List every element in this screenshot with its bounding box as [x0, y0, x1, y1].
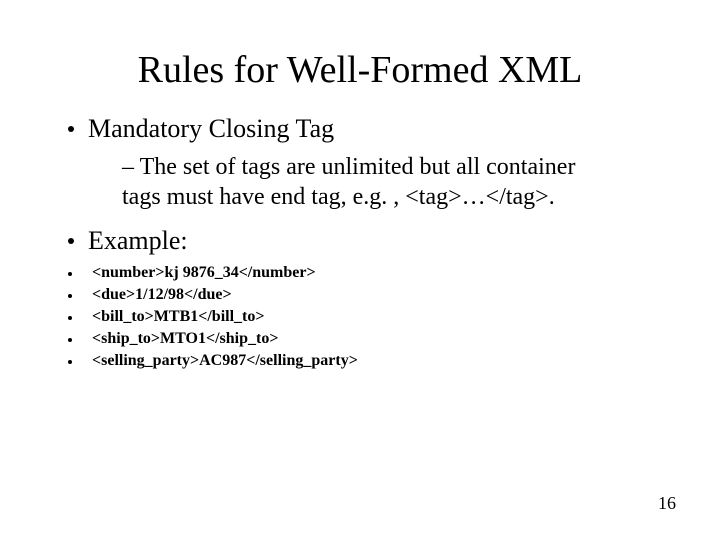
code-text: <number>kj 9876_34</number>	[92, 264, 316, 282]
bullet-icon	[68, 126, 74, 132]
bullet-icon	[68, 272, 72, 276]
code-text: <ship_to>MTO1</ship_to>	[92, 330, 278, 348]
code-line: <selling_party>AC987</selling_party>	[68, 352, 680, 370]
code-line: <ship_to>MTO1</ship_to>	[68, 330, 680, 348]
bullet-mandatory-closing: Mandatory Closing Tag	[68, 114, 680, 144]
sub-bullet-description: – The set of tags are unlimited but all …	[122, 152, 620, 212]
code-text: <due>1/12/98</due>	[92, 286, 232, 304]
slide: Rules for Well-Formed XML Mandatory Clos…	[0, 0, 720, 540]
sub-bullet-text: The set of tags are unlimited but all co…	[122, 154, 575, 210]
bullet-icon	[68, 316, 72, 320]
bullet-text: Mandatory Closing Tag	[88, 114, 334, 144]
slide-title: Rules for Well-Formed XML	[40, 48, 680, 92]
code-text: <selling_party>AC987</selling_party>	[92, 352, 358, 370]
dash-prefix: –	[122, 154, 140, 180]
page-number: 16	[658, 493, 676, 514]
bullet-icon	[68, 338, 72, 342]
code-line: <bill_to>MTB1</bill_to>	[68, 308, 680, 326]
bullet-text: Example:	[88, 226, 188, 256]
code-line: <number>kj 9876_34</number>	[68, 264, 680, 282]
code-line: <due>1/12/98</due>	[68, 286, 680, 304]
bullet-icon	[68, 238, 74, 244]
bullet-icon	[68, 294, 72, 298]
code-example-list: <number>kj 9876_34</number> <due>1/12/98…	[68, 264, 680, 370]
code-text: <bill_to>MTB1</bill_to>	[92, 308, 264, 326]
bullet-example: Example:	[68, 226, 680, 256]
bullet-icon	[68, 360, 72, 364]
